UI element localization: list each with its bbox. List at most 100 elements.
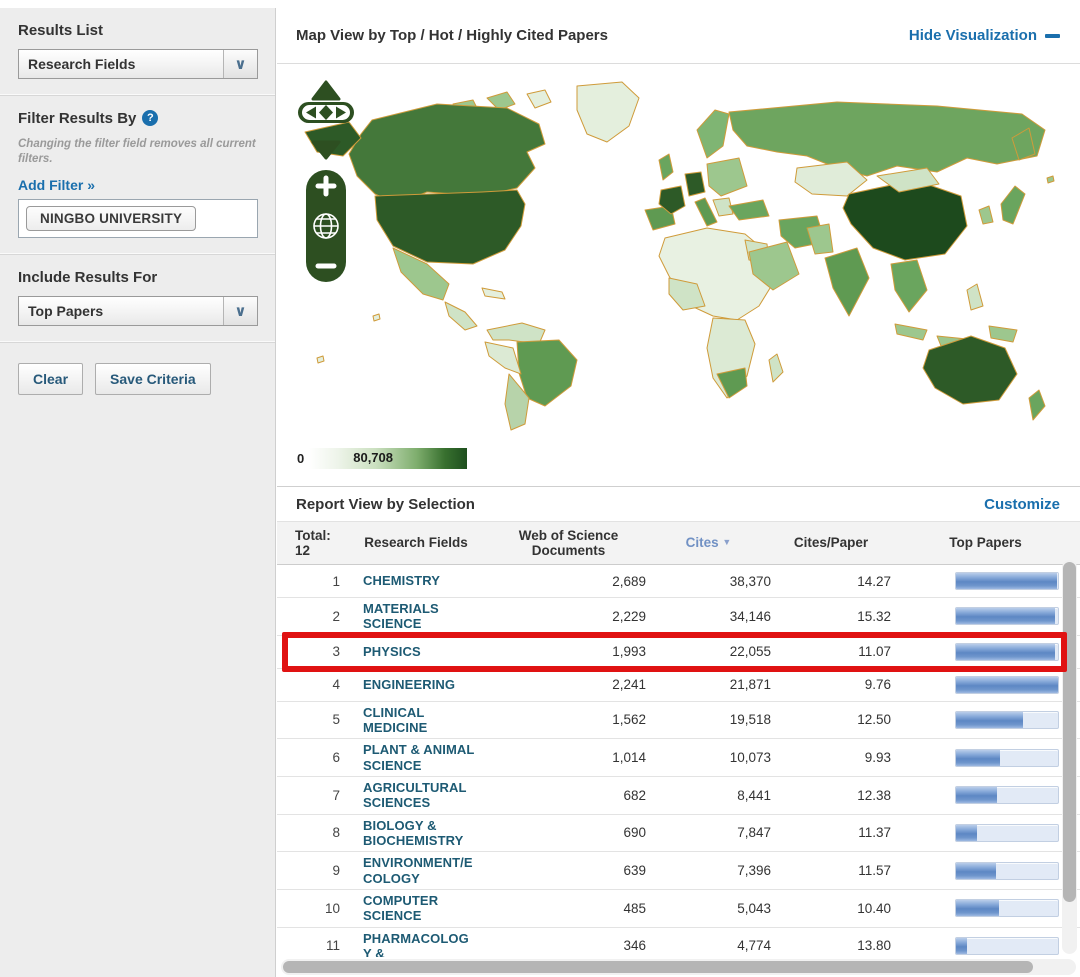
top-papers-bar-fill — [956, 750, 1000, 766]
horizontal-scrollbar-thumb[interactable] — [283, 961, 1033, 973]
cell-cites: 22,055 — [646, 644, 771, 659]
add-filter-link[interactable]: Add Filter » — [18, 177, 95, 193]
table-row: 10 COMPUTERSCIENCE 485 5,043 10.40 — [277, 890, 1080, 928]
top-papers-bar — [891, 643, 1080, 661]
top-papers-bar-fill — [956, 608, 1055, 624]
filter-note: Changing the filter field removes all cu… — [18, 137, 257, 167]
field-link[interactable]: COMPUTERSCIENCE — [341, 893, 491, 924]
top-papers-bar — [891, 824, 1080, 842]
help-icon[interactable]: ? — [142, 110, 158, 126]
horizontal-scrollbar[interactable] — [281, 959, 1076, 975]
row-rank: 3 — [277, 644, 341, 659]
top-papers-bar — [891, 607, 1080, 625]
cell-docs: 639 — [491, 863, 646, 878]
save-criteria-button[interactable]: Save Criteria — [95, 363, 211, 395]
report-view-title: Report View by Selection — [296, 496, 475, 513]
clear-button[interactable]: Clear — [18, 363, 83, 395]
row-rank: 5 — [277, 712, 341, 727]
cell-cites: 4,774 — [646, 938, 771, 953]
top-papers-bar-track — [955, 711, 1059, 729]
chevron-down-icon[interactable]: ∨ — [223, 297, 257, 325]
collapse-minus-icon — [1045, 34, 1060, 38]
vertical-scrollbar[interactable] — [1062, 560, 1077, 954]
filter-chip-ningbo-university[interactable]: NINGBO UNIVERSITY — [26, 206, 196, 231]
row-rank: 7 — [277, 788, 341, 803]
table-body: 1 CHEMISTRY 2,689 38,370 14.27 2 MATERIA… — [277, 565, 1080, 957]
top-papers-bar-fill — [956, 787, 997, 803]
include-results-section: Include Results For Top Papers ∨ — [0, 255, 275, 343]
top-papers-bar-track — [955, 643, 1059, 661]
map-view-header: Map View by Top / Hot / Highly Cited Pap… — [277, 8, 1080, 64]
column-header-wos-documents[interactable]: Web of Science Documents — [491, 528, 646, 558]
field-link[interactable]: AGRICULTURALSCIENCES — [341, 780, 491, 811]
cell-cites-per-paper: 10.40 — [771, 901, 891, 916]
vertical-scrollbar-thumb[interactable] — [1063, 562, 1076, 902]
top-papers-bar-track — [955, 607, 1059, 625]
include-results-dropdown[interactable]: Top Papers ∨ — [18, 296, 258, 326]
column-header-cites-per-paper[interactable]: Cites/Paper — [771, 535, 891, 550]
pan-down-icon[interactable] — [313, 142, 339, 158]
chevron-down-icon[interactable]: ∨ — [223, 50, 257, 78]
cell-cites: 10,073 — [646, 750, 771, 765]
filter-results-section: Filter Results By? Changing the filter f… — [0, 96, 275, 255]
table-row: 9 ENVIRONMENT/ECOLOGY 639 7,396 11.57 — [277, 852, 1080, 890]
cell-docs: 1,993 — [491, 644, 646, 659]
map-view-title: Map View by Top / Hot / Highly Cited Pap… — [296, 27, 608, 44]
top-papers-bar-fill — [956, 938, 967, 954]
field-link[interactable]: MATERIALSSCIENCE — [341, 601, 491, 632]
world-map-choropleth[interactable] — [277, 68, 1072, 440]
top-papers-bar-track — [955, 862, 1059, 880]
scale-gradient-bar: 80,708 — [309, 448, 467, 469]
cell-cites: 19,518 — [646, 712, 771, 727]
top-papers-bar — [891, 937, 1080, 955]
results-list-section: Results List Research Fields ∨ — [0, 8, 275, 96]
field-link[interactable]: PHYSICS — [341, 644, 491, 659]
row-rank: 8 — [277, 825, 341, 840]
customize-link[interactable]: Customize — [984, 496, 1060, 513]
row-rank: 2 — [277, 609, 341, 624]
field-link[interactable]: CHEMISTRY — [341, 573, 491, 588]
top-papers-bar-track — [955, 749, 1059, 767]
column-header-top-papers[interactable]: Top Papers — [891, 535, 1080, 550]
map-visualization-area: 0 80,708 — [277, 64, 1080, 486]
results-list-dropdown[interactable]: Research Fields ∨ — [18, 49, 258, 79]
top-papers-bar — [891, 711, 1080, 729]
scale-min-label: 0 — [297, 451, 304, 466]
top-papers-bar-fill — [956, 825, 977, 841]
include-results-dropdown-value: Top Papers — [19, 297, 223, 325]
cell-docs: 682 — [491, 788, 646, 803]
field-link[interactable]: BIOLOGY &BIOCHEMISTRY — [341, 818, 491, 849]
top-papers-bar-track — [955, 676, 1059, 694]
field-link[interactable]: ENVIRONMENT/ECOLOGY — [341, 855, 491, 886]
cell-docs: 1,562 — [491, 712, 646, 727]
field-link[interactable]: PHARMACOLOGY & — [341, 931, 491, 957]
cell-cites-per-paper: 9.93 — [771, 750, 891, 765]
hide-visualization-link[interactable]: Hide Visualization — [909, 27, 1060, 44]
top-papers-bar — [891, 899, 1080, 917]
table-row: 7 AGRICULTURALSCIENCES 682 8,441 12.38 — [277, 777, 1080, 815]
top-papers-bar-track — [955, 824, 1059, 842]
top-papers-bar-track — [955, 937, 1059, 955]
row-rank: 9 — [277, 863, 341, 878]
pan-up-icon[interactable] — [313, 82, 339, 99]
main-panel: Map View by Top / Hot / Highly Cited Pap… — [277, 0, 1080, 977]
column-header-research-fields[interactable]: Research Fields — [341, 535, 491, 550]
cell-cites-per-paper: 12.38 — [771, 788, 891, 803]
field-link[interactable]: CLINICALMEDICINE — [341, 705, 491, 736]
top-papers-bar — [891, 676, 1080, 694]
top-papers-bar-track — [955, 572, 1059, 590]
top-papers-bar-track — [955, 786, 1059, 804]
active-filter-box: NINGBO UNIVERSITY — [18, 199, 258, 238]
top-papers-bar — [891, 862, 1080, 880]
field-link[interactable]: PLANT & ANIMALSCIENCE — [341, 742, 491, 773]
cell-cites: 8,441 — [646, 788, 771, 803]
top-papers-bar-track — [955, 899, 1059, 917]
filter-results-heading: Filter Results By? — [18, 110, 257, 127]
include-results-heading: Include Results For — [18, 269, 257, 286]
cell-cites: 7,396 — [646, 863, 771, 878]
top-papers-bar-fill — [956, 573, 1057, 589]
field-link[interactable]: ENGINEERING — [341, 677, 491, 692]
cell-cites-per-paper: 12.50 — [771, 712, 891, 727]
column-header-cites-sorted[interactable]: Cites ▼ — [646, 535, 771, 550]
map-controls — [293, 78, 359, 288]
